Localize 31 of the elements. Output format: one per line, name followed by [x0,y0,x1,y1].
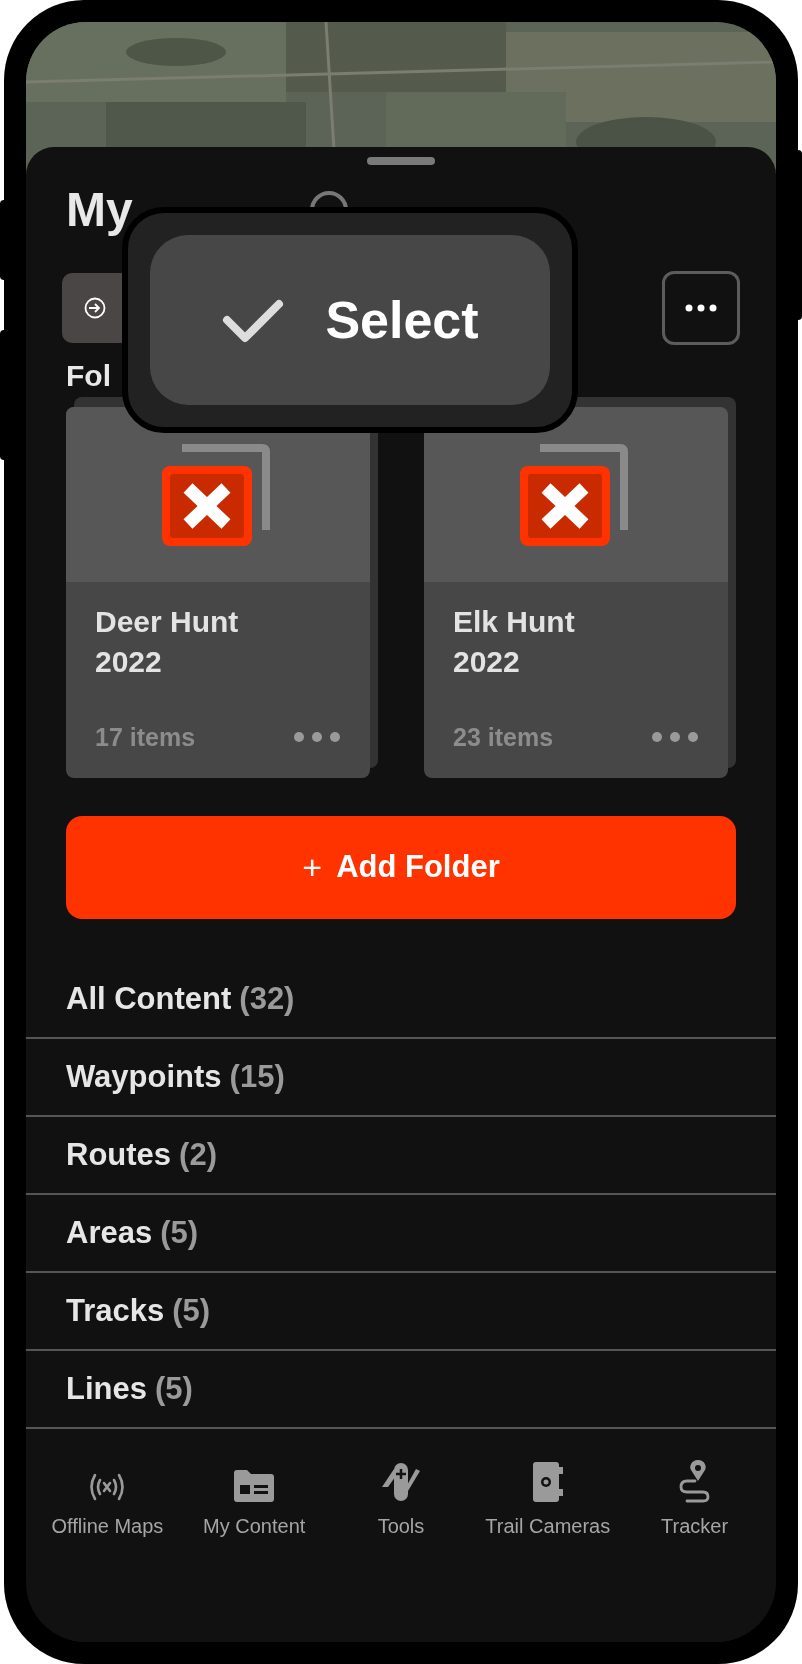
add-folder-button[interactable]: + Add Folder [66,816,736,919]
nav-tab[interactable]: Offline Maps [34,1459,181,1541]
drag-handle[interactable] [367,157,435,165]
item-count: 17 items [95,721,196,753]
category-row[interactable]: Tracks (5) [26,1273,776,1351]
enter-icon [84,297,106,319]
sheet-title: My [66,182,133,238]
folder-card[interactable]: Deer Hunt 2022 17 items [66,407,370,778]
category-row[interactable]: Waypoints (15) [26,1039,776,1117]
category-row[interactable]: Lines (5) [26,1351,776,1429]
folder-name: Deer Hunt 2022 [95,604,240,680]
nav-tab[interactable]: My Content [181,1459,328,1541]
nav-tab[interactable]: Trail Cameras [474,1459,621,1541]
more-button[interactable] [662,271,740,345]
more-icon[interactable] [651,731,699,744]
route-pin-icon [678,1459,711,1503]
folder-icon [233,1469,276,1503]
nav-tab[interactable]: Tracker [621,1459,768,1541]
item-count: 23 items [453,721,554,753]
multitool-icon [380,1461,422,1503]
trail-camera-icon [531,1461,564,1503]
folder-name: Elk Hunt 2022 [453,604,576,680]
category-row[interactable]: Areas (5) [26,1195,776,1273]
category-row[interactable]: All Content (32) [26,961,776,1039]
folder-card[interactable]: Elk Hunt 2022 23 items [424,407,728,778]
select-button[interactable]: Select [150,235,550,405]
section-heading: Fol [66,359,111,392]
nav-tab[interactable]: Tools [328,1459,474,1541]
category-row[interactable]: Routes (2) [26,1117,776,1195]
more-icon [685,304,717,312]
more-icon[interactable] [293,731,341,744]
